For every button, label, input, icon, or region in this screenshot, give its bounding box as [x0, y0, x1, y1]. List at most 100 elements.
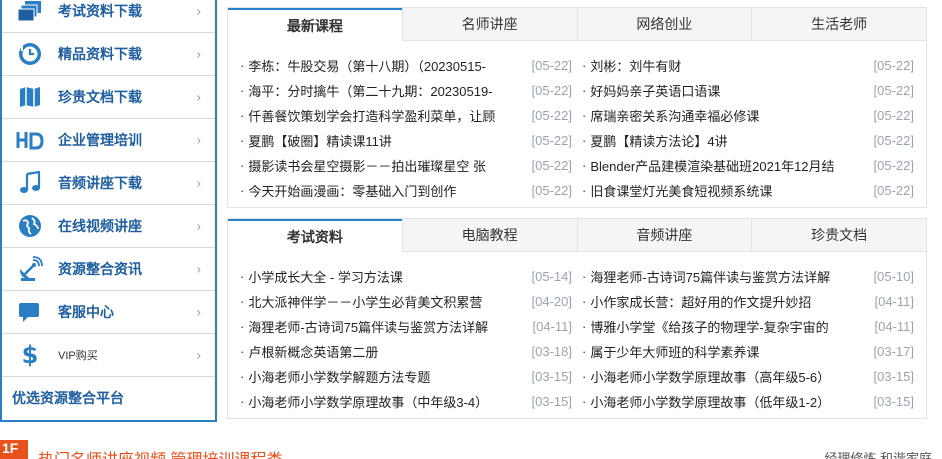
list-item[interactable]: · 摄影读书会星空摄影－－拍出璀璨星空 张 [05-22]: [240, 153, 572, 178]
sidebar-item-exam-download[interactable]: 考试资料下载 ›: [2, 0, 215, 33]
item-title[interactable]: 摄影读书会星空摄影－－拍出璀璨星空 张: [248, 156, 486, 175]
item-title[interactable]: 今天开始画漫画：零基础入门到创作: [248, 181, 456, 200]
sidebar-item-label: 客服中心: [58, 304, 114, 320]
item-title[interactable]: Blender产品建模渲染基础班2021年12月结: [590, 156, 834, 175]
tab-rare-docs[interactable]: 珍贵文档: [751, 219, 926, 251]
list-item[interactable]: · 卢根新概念英语第二册 [03-18]: [240, 339, 572, 364]
item-title[interactable]: 小海老师小学数学解题方法专题: [248, 367, 430, 386]
tab-computer-tutorials[interactable]: 电脑教程: [401, 219, 577, 251]
list-item[interactable]: · 博雅小学堂《给孩子的物理学-复杂宇宙的 [04-11]: [582, 314, 914, 339]
list-item[interactable]: · 夏鹏【精读方法论】4讲 [05-22]: [582, 128, 914, 153]
list-right: · 海狸老师-古诗词75篇伴读与鉴赏方法详解 [05-10] · 小作家成长营：超好用的…: [582, 264, 914, 414]
item-title[interactable]: 席瑞亲密关系沟通幸福必修课: [590, 106, 759, 125]
list-item[interactable]: · 刘彬：刘牛有财 [05-22]: [582, 53, 914, 78]
item-title[interactable]: 卢根新概念英语第二册: [248, 342, 378, 361]
sidebar-item-resource-news[interactable]: 资源整合资讯 ›: [2, 248, 215, 291]
list-item[interactable]: · 好妈妈亲子英语口语课 [05-22]: [582, 78, 914, 103]
tab-life-teacher[interactable]: 生活老师: [751, 8, 926, 40]
chevron-right-icon: ›: [196, 175, 201, 191]
tab-exam-materials[interactable]: 考试资料: [228, 219, 402, 253]
item-title[interactable]: 小海老师小学数学原理故事（中年级3-4）: [248, 392, 488, 411]
history-clock-icon: [12, 39, 48, 69]
tab-latest-courses[interactable]: 最新课程: [228, 8, 402, 42]
list-item[interactable]: · 夏鹏【破圈】精读课11讲 [05-22]: [240, 128, 572, 153]
chat-icon: [12, 297, 48, 327]
floor-links[interactable]: 经理修炼 和谐家庭: [824, 448, 932, 459]
sidebar-item-premium-download[interactable]: 精品资料下载 ›: [2, 33, 215, 76]
sidebar-item-label: 资源整合资讯: [58, 261, 142, 277]
list-item[interactable]: · 小海老师小学数学原理故事（低年级1-2） [03-15]: [582, 389, 914, 414]
sidebar-item-vip-purchase[interactable]: $ VIP购买 ›: [2, 334, 215, 377]
item-title[interactable]: 李栋：牛股交易（第十八期）（20230515-: [248, 56, 486, 75]
item-title[interactable]: 博雅小学堂《给孩子的物理学-复杂宇宙的: [590, 317, 828, 336]
tab-online-business[interactable]: 网络创业: [576, 8, 752, 40]
list-item[interactable]: · 小学成长大全 - 学习方法课 [05-14]: [240, 264, 572, 289]
item-title[interactable]: 海狸老师-古诗词75篇伴读与鉴赏方法详解: [248, 317, 488, 336]
item-title[interactable]: 属于少年大师班的科学素养课: [590, 342, 759, 361]
list-item[interactable]: · 小作家成长营：超好用的作文提升妙招 [04-11]: [582, 289, 914, 314]
item-title[interactable]: 海狸老师-古诗词75篇伴读与鉴赏方法详解: [590, 267, 830, 286]
list-item[interactable]: · 海平：分时擒牛（第二十九期：20230519- [05-22]: [240, 78, 572, 103]
floor-header: 1F 热门名师讲座视频 管理培训课程类 经理修炼 和谐家庭: [0, 440, 942, 459]
list-item[interactable]: · 北大派神伴学－－小学生必背美文积累营 [04-20]: [240, 289, 572, 314]
list-item[interactable]: · 今天开始画漫画：零基础入门到创作 [05-22]: [240, 178, 572, 203]
item-title[interactable]: 仟善餐饮策划学会打造科学盈利菜单，让顾: [248, 106, 495, 125]
list-item[interactable]: · 小海老师小学数学原理故事（高年级5-6） [03-15]: [582, 364, 914, 389]
list-item[interactable]: · 小海老师小学数学原理故事（中年级3-4） [03-15]: [240, 389, 572, 414]
sidebar-item-customer-service[interactable]: 客服中心 ›: [2, 291, 215, 334]
floor-title[interactable]: 热门名师讲座视频 管理培训课程类: [38, 446, 282, 459]
item-title[interactable]: 旧食课堂灯光美食短视频系统课: [590, 181, 772, 200]
list-item[interactable]: · 仟善餐饮策划学会打造科学盈利菜单，让顾 [05-22]: [240, 103, 572, 128]
item-title[interactable]: 刘彬：刘牛有财: [590, 56, 681, 75]
bullet-icon: ·: [582, 344, 587, 359]
satellite-icon: [12, 254, 48, 284]
list-item[interactable]: · 海狸老师-古诗词75篇伴读与鉴赏方法详解 [05-10]: [582, 264, 914, 289]
item-title[interactable]: 小海老师小学数学原理故事（高年级5-6）: [590, 367, 830, 386]
item-title[interactable]: 小海老师小学数学原理故事（低年级1-2）: [590, 392, 830, 411]
globe-icon: [12, 211, 48, 241]
list-item[interactable]: · 李栋：牛股交易（第十八期）（20230515- [05-22]: [240, 53, 572, 78]
bullet-icon: ·: [240, 269, 245, 284]
item-title[interactable]: 小作家成长营：超好用的作文提升妙招: [590, 292, 811, 311]
item-title[interactable]: 夏鹏【破圈】精读课11讲: [248, 131, 392, 150]
list-item[interactable]: · 席瑞亲密关系沟通幸福必修课 [05-22]: [582, 103, 914, 128]
chevron-right-icon: ›: [196, 3, 201, 19]
item-date: [05-22]: [531, 183, 572, 198]
tab-audio-lectures[interactable]: 音频讲座: [576, 219, 752, 251]
list-item[interactable]: · 旧食课堂灯光美食短视频系统课 [05-22]: [582, 178, 914, 203]
sidebar-item-label: 精品资料下载: [58, 46, 142, 62]
list-item[interactable]: · 属于少年大师班的科学素养课 [03-17]: [582, 339, 914, 364]
chevron-right-icon: ›: [196, 46, 201, 62]
item-date: [04-11]: [874, 294, 914, 309]
item-date: [05-22]: [531, 58, 572, 73]
sidebar-item-audio-download[interactable]: 音频讲座下载 ›: [2, 162, 215, 205]
latest-courses-panel: 最新课程 名师讲座 网络创业 生活老师 · 李栋：牛股交易（第十八期）（20230…: [227, 7, 927, 208]
item-date: [04-11]: [532, 319, 572, 334]
item-title[interactable]: 夏鹏【精读方法论】4讲: [590, 131, 727, 150]
sidebar-item-rare-docs[interactable]: 珍贵文档下载 ›: [2, 76, 215, 119]
item-title[interactable]: 北大派神伴学－－小学生必背美文积累营: [248, 292, 482, 311]
sidebar-item-online-video[interactable]: 在线视频讲座 ›: [2, 205, 215, 248]
list-left: · 李栋：牛股交易（第十八期）（20230515- [05-22] · 海平：分时擒牛（…: [240, 53, 572, 203]
item-date: [03-17]: [873, 344, 914, 359]
list-item[interactable]: · 海狸老师-古诗词75篇伴读与鉴赏方法详解 [04-11]: [240, 314, 572, 339]
item-title[interactable]: 好妈妈亲子英语口语课: [590, 81, 720, 100]
item-title[interactable]: 小学成长大全 - 学习方法课: [248, 267, 403, 286]
tab-bar: 考试资料 电脑教程 音频讲座 珍贵文档: [228, 219, 926, 253]
sidebar-item-label: 在线视频讲座: [58, 218, 142, 234]
bullet-icon: ·: [582, 133, 587, 148]
list-item[interactable]: · Blender产品建模渲染基础班2021年12月结 [05-22]: [582, 153, 914, 178]
bullet-icon: ·: [240, 183, 245, 198]
layers-icon: [12, 0, 48, 26]
list-item[interactable]: · 小海老师小学数学解题方法专题 [03-15]: [240, 364, 572, 389]
item-date: [05-22]: [531, 133, 572, 148]
tab-famous-lectures[interactable]: 名师讲座: [401, 8, 577, 40]
bullet-icon: ·: [582, 83, 587, 98]
sidebar-item-management-training[interactable]: 企业管理培训 ›: [2, 119, 215, 162]
sidebar-platform-link[interactable]: 优选资源整合平台: [2, 377, 215, 419]
bullet-icon: ·: [240, 133, 245, 148]
item-title[interactable]: 海平：分时擒牛（第二十九期：20230519-: [248, 81, 492, 100]
bullet-icon: ·: [240, 83, 245, 98]
bullet-icon: ·: [582, 294, 587, 309]
item-date: [03-15]: [873, 369, 914, 384]
